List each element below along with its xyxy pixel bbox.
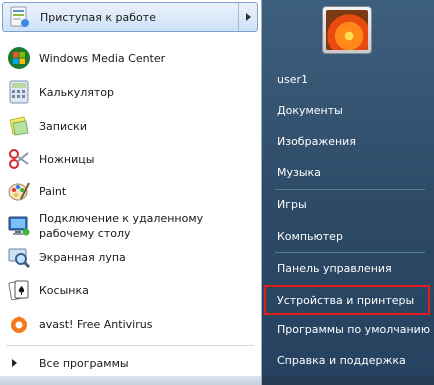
menu-item-remote-desktop[interactable]: Подключение к удаленному рабочему столу [2,209,258,243]
places-item-control-panel[interactable]: Панель управления [262,257,434,279]
places-item-label: Документы [277,103,343,117]
places-item-label: Изображения [277,134,356,148]
menu-item-snipping-tool[interactable]: Ножницы [2,145,258,173]
chevron-right-icon [12,359,17,367]
menu-item-calculator[interactable]: Калькулятор [2,78,258,106]
all-programs-label: Все программы [39,356,129,370]
menu-item-avast[interactable]: avast! Free Antivirus [2,310,258,338]
sticky-notes-icon [5,112,33,140]
menu-item-label: Windows Media Center [39,51,166,65]
menu-item-windows-media-center[interactable]: Windows Media Center [2,44,258,72]
places-item-default-programs[interactable]: Программы по умолчанию [262,318,434,340]
getting-started-icon [6,3,34,31]
menu-item-label: Записки [39,119,87,133]
menu-item-magnifier[interactable]: Экранная лупа [2,243,258,271]
paint-icon [5,177,33,205]
menu-item-label: avast! Free Antivirus [39,317,153,331]
remote-desktop-icon [5,212,33,240]
places-item-label: Компьютер [277,229,343,243]
menu-item-label: Экранная лупа [39,250,126,264]
menu-item-label: Приступая к работе [40,10,156,24]
menu-item-label: Подключение к удаленному рабочему столу [39,212,204,240]
menu-item-getting-started[interactable]: Приступая к работе [2,2,258,32]
places-item-label: user1 [277,72,308,86]
places-item-computer[interactable]: Компьютер [262,225,434,247]
places-item-label: Игры [277,197,307,211]
places-item-help-support[interactable]: Справка и поддержка [262,349,434,371]
avatar[interactable] [322,6,372,54]
menu-item-label: Калькулятор [39,85,114,99]
places-item-music[interactable]: Музыка [262,161,434,183]
menu-item-label: Ножницы [39,152,95,166]
solitaire-icon [5,276,33,304]
places-item-pictures[interactable]: Изображения [262,130,434,152]
places-item-label: Музыка [277,165,321,179]
search-box-area[interactable] [0,376,261,385]
divider [6,345,254,346]
jump-list-arrow[interactable] [238,3,257,31]
places-item-games[interactable]: Игры [262,193,434,215]
all-programs-button[interactable]: Все программы [2,352,258,374]
menu-item-label: Косынка [39,283,89,297]
shutdown-area[interactable] [262,376,434,385]
places-item-user[interactable]: user1 [262,68,434,90]
magnifier-icon [5,243,33,271]
calculator-icon [5,78,33,106]
places-item-documents[interactable]: Документы [262,99,434,121]
places-item-label: Справка и поддержка [277,353,406,367]
divider [275,252,425,253]
menu-item-solitaire[interactable]: Косынка [2,276,258,304]
avast-icon [5,310,33,338]
scissors-icon [5,145,33,173]
menu-item-paint[interactable]: Paint [2,177,258,205]
menu-item-label: Paint [39,184,67,198]
chevron-right-icon [245,13,251,21]
places-item-label: Программы по умолчанию [277,322,431,336]
windows-media-center-icon [5,44,33,72]
divider [275,189,425,190]
menu-item-sticky-notes[interactable]: Записки [2,112,258,140]
places-item-label: Панель управления [277,261,392,275]
user-picture-flower-icon [326,10,368,50]
highlight-box [264,285,430,315]
